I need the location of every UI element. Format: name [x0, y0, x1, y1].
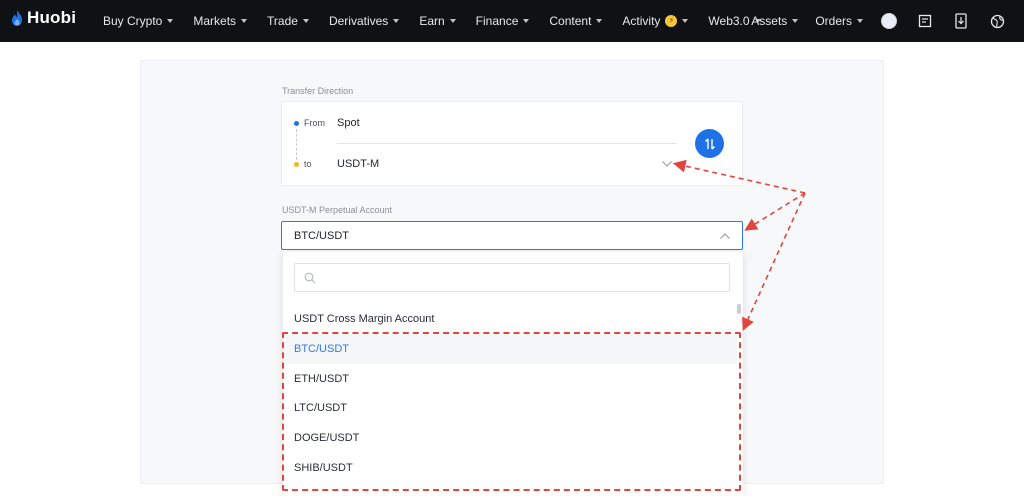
from-account-value[interactable]: Spot	[337, 117, 360, 129]
nav-finance[interactable]: Finance	[476, 14, 530, 28]
caret-down-icon	[393, 19, 400, 23]
caret-down-icon	[302, 19, 309, 23]
dropdown-search[interactable]	[294, 263, 730, 292]
caret-down-icon	[523, 19, 530, 23]
nav-derivatives[interactable]: Derivatives	[328, 14, 400, 28]
from-label: From	[304, 118, 325, 128]
nav-label: Markets	[193, 14, 237, 28]
nav-label: Buy Crypto	[103, 14, 163, 28]
download-app-icon	[955, 13, 967, 29]
caret-down-icon	[596, 19, 603, 23]
nav-label: Web3.0	[708, 14, 750, 28]
option-eth-usdt[interactable]: ETH/USDT	[283, 364, 737, 394]
caret-down-icon	[682, 19, 689, 23]
to-dot-icon	[294, 162, 299, 167]
account-dropdown: USDT Cross Margin Account BTC/USDT ETH/U…	[283, 252, 743, 496]
to-label: to	[304, 159, 312, 169]
nav-label: Orders	[815, 14, 852, 28]
nav-menu: Buy Crypto Markets Trade Derivatives Ear…	[103, 0, 781, 42]
nav-markets[interactable]: Markets	[193, 14, 248, 28]
search-input[interactable]	[319, 268, 719, 288]
chevron-up-icon	[720, 233, 730, 239]
order-list-icon	[918, 14, 932, 28]
nav-activity[interactable]: Activity ⚡	[622, 14, 689, 28]
nav-buy-crypto[interactable]: Buy Crypto	[103, 14, 174, 28]
order-icon[interactable]	[916, 12, 934, 30]
direction-connector	[296, 129, 297, 160]
to-account-value[interactable]: USDT-M	[337, 158, 379, 170]
nav-label: Assets	[751, 14, 788, 28]
option-doge-usdt[interactable]: DOGE/USDT	[283, 423, 737, 453]
perpetual-account-select[interactable]: BTC/USDT	[281, 221, 743, 250]
from-dot-icon	[294, 121, 299, 126]
dropdown-scrollbar[interactable]	[737, 304, 741, 314]
caret-down-icon	[857, 19, 863, 23]
language-globe-icon	[990, 14, 1004, 28]
nav-orders[interactable]: Orders	[815, 14, 863, 28]
transfer-direction-label: Transfer Direction	[282, 86, 354, 96]
activity-badge-icon: ⚡	[665, 15, 678, 27]
caret-down-icon	[449, 19, 456, 23]
globe-icon[interactable]	[988, 12, 1006, 30]
download-icon[interactable]	[952, 12, 970, 30]
nav-earn[interactable]: Earn	[419, 14, 456, 28]
huobi-logo[interactable]: Huobi	[10, 8, 76, 28]
option-usdt-cross-margin[interactable]: USDT Cross Margin Account	[283, 304, 737, 334]
selected-pair: BTC/USDT	[294, 230, 349, 242]
nav-trade[interactable]: Trade	[267, 14, 309, 28]
swap-arrows-icon	[704, 138, 715, 149]
nav-assets[interactable]: Assets	[751, 14, 799, 28]
nav-label: Activity	[622, 14, 661, 28]
logo-text: Huobi	[27, 8, 77, 27]
nav-label: Trade	[267, 14, 298, 28]
nav-content[interactable]: Content	[549, 14, 603, 28]
option-ltc-usdt[interactable]: LTC/USDT	[283, 393, 737, 423]
nav-label: Earn	[419, 14, 445, 28]
caret-down-icon	[241, 19, 248, 23]
caret-down-icon	[792, 19, 799, 23]
avatar[interactable]	[880, 12, 898, 30]
divider	[337, 143, 677, 144]
search-icon	[304, 272, 316, 284]
flame-icon	[12, 10, 22, 26]
option-btc-usdt[interactable]: BTC/USDT	[283, 334, 737, 364]
nav-label: Finance	[475, 14, 519, 28]
top-navbar: Huobi Buy Crypto Markets Trade Derivativ…	[0, 0, 1024, 42]
avatar-icon	[881, 13, 897, 29]
option-shib-usdt[interactable]: SHIB/USDT	[283, 453, 737, 483]
perpetual-account-label: USDT-M Perpetual Account	[282, 205, 393, 215]
nav-right: Assets Orders	[751, 0, 1024, 42]
nav-label: Derivatives	[328, 14, 389, 28]
nav-label: Content	[549, 14, 592, 28]
swap-direction-button[interactable]	[695, 129, 724, 158]
chevron-down-icon[interactable]	[661, 160, 673, 168]
caret-down-icon	[167, 19, 174, 23]
